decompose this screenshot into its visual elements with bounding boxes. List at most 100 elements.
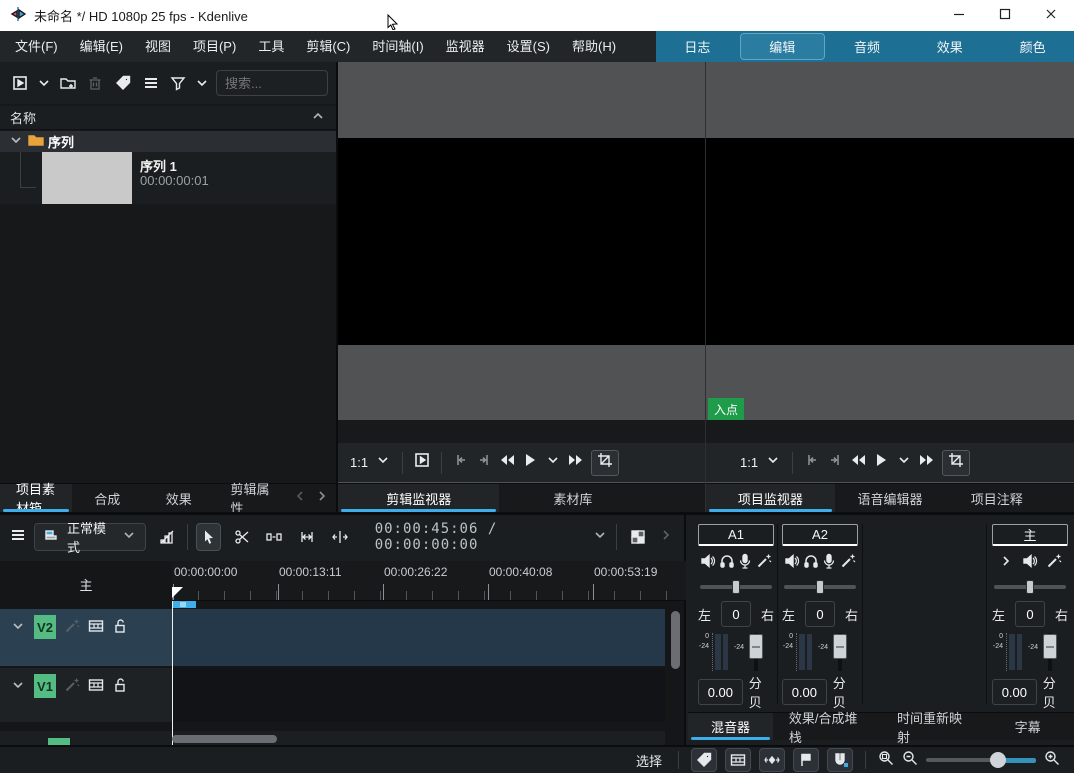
project-monitor-seekbar[interactable] bbox=[706, 420, 1074, 443]
expand-chevron-icon[interactable] bbox=[8, 132, 24, 151]
rewind-icon[interactable] bbox=[850, 452, 866, 473]
playhead-handle[interactable] bbox=[172, 587, 183, 598]
transparency-background-button[interactable] bbox=[625, 523, 650, 551]
add-clip-icon[interactable] bbox=[8, 71, 32, 95]
zoom-chevron-icon[interactable] bbox=[375, 452, 391, 473]
channel-name-button[interactable]: A1 bbox=[698, 524, 774, 546]
effects-wand-icon[interactable] bbox=[1046, 553, 1062, 574]
show-thumbnails-icon[interactable] bbox=[88, 618, 104, 639]
toolbar-overflow-icon[interactable] bbox=[658, 527, 674, 548]
selection-tool-button[interactable] bbox=[196, 523, 221, 551]
lock-track-icon[interactable] bbox=[112, 677, 128, 698]
timeline-master-button[interactable]: 主 bbox=[0, 561, 172, 608]
zone-mode-button[interactable] bbox=[942, 450, 970, 476]
zone-mode-button[interactable] bbox=[591, 450, 619, 476]
mute-speaker-icon[interactable] bbox=[700, 553, 716, 574]
lock-track-icon[interactable] bbox=[112, 618, 128, 639]
track-v2-lane[interactable] bbox=[172, 609, 665, 666]
go-to-in-point-icon[interactable] bbox=[804, 452, 820, 473]
volume-fader[interactable]: 0-24 -24 bbox=[782, 633, 858, 671]
fader-handle[interactable] bbox=[833, 634, 847, 659]
fader-handle[interactable] bbox=[1043, 634, 1057, 659]
effects-wand-icon[interactable] bbox=[756, 553, 772, 574]
show-thumbnails-icon[interactable] bbox=[88, 677, 104, 698]
timeline-menu-icon[interactable] bbox=[10, 527, 26, 548]
tab-time-remap[interactable]: 时间重新映射 bbox=[881, 713, 989, 740]
volume-db-value[interactable]: 0.00 bbox=[782, 679, 827, 705]
timeline-timecode[interactable]: 00:00:45:06 / 00:00:00:00 bbox=[375, 521, 585, 553]
go-to-out-point-icon[interactable] bbox=[827, 452, 843, 473]
monitor-overlay-icon[interactable] bbox=[414, 452, 430, 473]
menu-tools[interactable]: 工具 bbox=[247, 31, 295, 62]
track-badge[interactable]: V2 bbox=[34, 615, 56, 639]
search-input[interactable] bbox=[216, 70, 328, 96]
workspace-tab-effects[interactable]: 效果 bbox=[908, 31, 991, 62]
tab-project-monitor[interactable]: 项目监视器 bbox=[706, 484, 835, 512]
slip-tool-button[interactable] bbox=[328, 523, 353, 551]
play-icon[interactable] bbox=[873, 452, 889, 473]
collapse-chevron-icon[interactable] bbox=[10, 677, 26, 698]
sort-chevron-up-icon[interactable] bbox=[310, 108, 326, 127]
volume-fader[interactable]: 0-24 -24 bbox=[992, 633, 1068, 671]
menu-help[interactable]: 帮助(H) bbox=[561, 31, 627, 62]
forward-icon[interactable] bbox=[568, 452, 584, 473]
effects-wand-icon[interactable] bbox=[840, 553, 856, 574]
tabs-scroll-right-icon[interactable] bbox=[314, 488, 330, 509]
maximize-button[interactable] bbox=[982, 0, 1028, 31]
play-chevron-icon[interactable] bbox=[896, 452, 912, 473]
tab-subtitles[interactable]: 字幕 bbox=[989, 713, 1066, 740]
go-to-out-point-icon[interactable] bbox=[476, 452, 492, 473]
mixed-audio-thumbnails-button[interactable] bbox=[154, 523, 179, 551]
close-button[interactable] bbox=[1028, 0, 1074, 31]
zoom-fit-icon[interactable] bbox=[878, 750, 894, 771]
record-mic-icon[interactable] bbox=[737, 553, 753, 574]
balance-value[interactable]: 0 bbox=[805, 601, 835, 627]
pan-slider[interactable] bbox=[698, 580, 774, 594]
tag-toggle-button[interactable] bbox=[691, 748, 717, 772]
tab-effect-stack[interactable]: 效果/合成堆栈 bbox=[773, 713, 881, 740]
go-to-in-point-icon[interactable] bbox=[453, 452, 469, 473]
create-folder-icon[interactable] bbox=[56, 71, 80, 95]
mute-speaker-icon[interactable] bbox=[784, 553, 800, 574]
audio-thumbnails-toggle-button[interactable] bbox=[759, 748, 785, 772]
play-chevron-icon[interactable] bbox=[545, 452, 561, 473]
monitor-zoom-level[interactable]: 1:1 bbox=[350, 455, 368, 470]
timeline-zone-bar[interactable] bbox=[173, 601, 196, 608]
tab-clip-monitor[interactable]: 剪辑监视器 bbox=[338, 484, 499, 512]
menu-edit[interactable]: 编辑(E) bbox=[69, 31, 134, 62]
play-icon[interactable] bbox=[522, 452, 538, 473]
zoom-in-icon[interactable] bbox=[1044, 750, 1060, 771]
collapse-chevron-icon[interactable] bbox=[10, 618, 26, 639]
effects-wand-icon[interactable] bbox=[64, 618, 80, 639]
tab-library[interactable]: 素材库 bbox=[499, 484, 646, 512]
add-clip-chevron-icon[interactable] bbox=[36, 71, 52, 95]
tag-icon[interactable] bbox=[111, 71, 135, 95]
monitor-zoom-level[interactable]: 1:1 bbox=[740, 455, 758, 470]
fader-handle[interactable] bbox=[749, 634, 763, 659]
menu-timeline[interactable]: 时间轴(I) bbox=[361, 31, 434, 62]
menu-settings[interactable]: 设置(S) bbox=[496, 31, 561, 62]
clip-monitor-video[interactable] bbox=[338, 138, 705, 345]
track-v1-lane[interactable] bbox=[172, 668, 665, 722]
tab-mixer[interactable]: 混音器 bbox=[688, 713, 773, 740]
collapse-chevron-right-icon[interactable] bbox=[998, 553, 1014, 574]
bin-column-header[interactable]: 名称 bbox=[0, 106, 336, 130]
monitor-headphones-icon[interactable] bbox=[719, 553, 735, 574]
menu-view[interactable]: 视图 bbox=[134, 31, 182, 62]
razor-tool-button[interactable] bbox=[229, 523, 254, 551]
menu-monitor[interactable]: 监视器 bbox=[435, 31, 496, 62]
volume-db-value[interactable]: 0.00 bbox=[992, 679, 1037, 705]
timeline-ruler[interactable]: 00:00:00:00 00:00:13:11 00:00:26:22 00:0… bbox=[172, 561, 686, 601]
tab-speech-editor[interactable]: 语音编辑器 bbox=[835, 484, 945, 512]
minimize-button[interactable] bbox=[936, 0, 982, 31]
zoom-chevron-icon[interactable] bbox=[765, 452, 781, 473]
workspace-tab-audio[interactable]: 音频 bbox=[826, 31, 909, 62]
bin-folder-row[interactable]: 序列 bbox=[0, 131, 336, 152]
bin-clip-row[interactable]: 序列 1 00:00:00:01 bbox=[0, 152, 336, 204]
thumbnails-toggle-button[interactable] bbox=[725, 748, 751, 772]
workspace-tab-edit[interactable]: 编辑 bbox=[740, 33, 825, 60]
snap-magnet-button[interactable] bbox=[827, 748, 853, 772]
tab-compositions[interactable]: 合成 bbox=[72, 484, 144, 512]
forward-icon[interactable] bbox=[919, 452, 935, 473]
tab-clip-properties[interactable]: 剪辑属性 bbox=[215, 484, 287, 512]
